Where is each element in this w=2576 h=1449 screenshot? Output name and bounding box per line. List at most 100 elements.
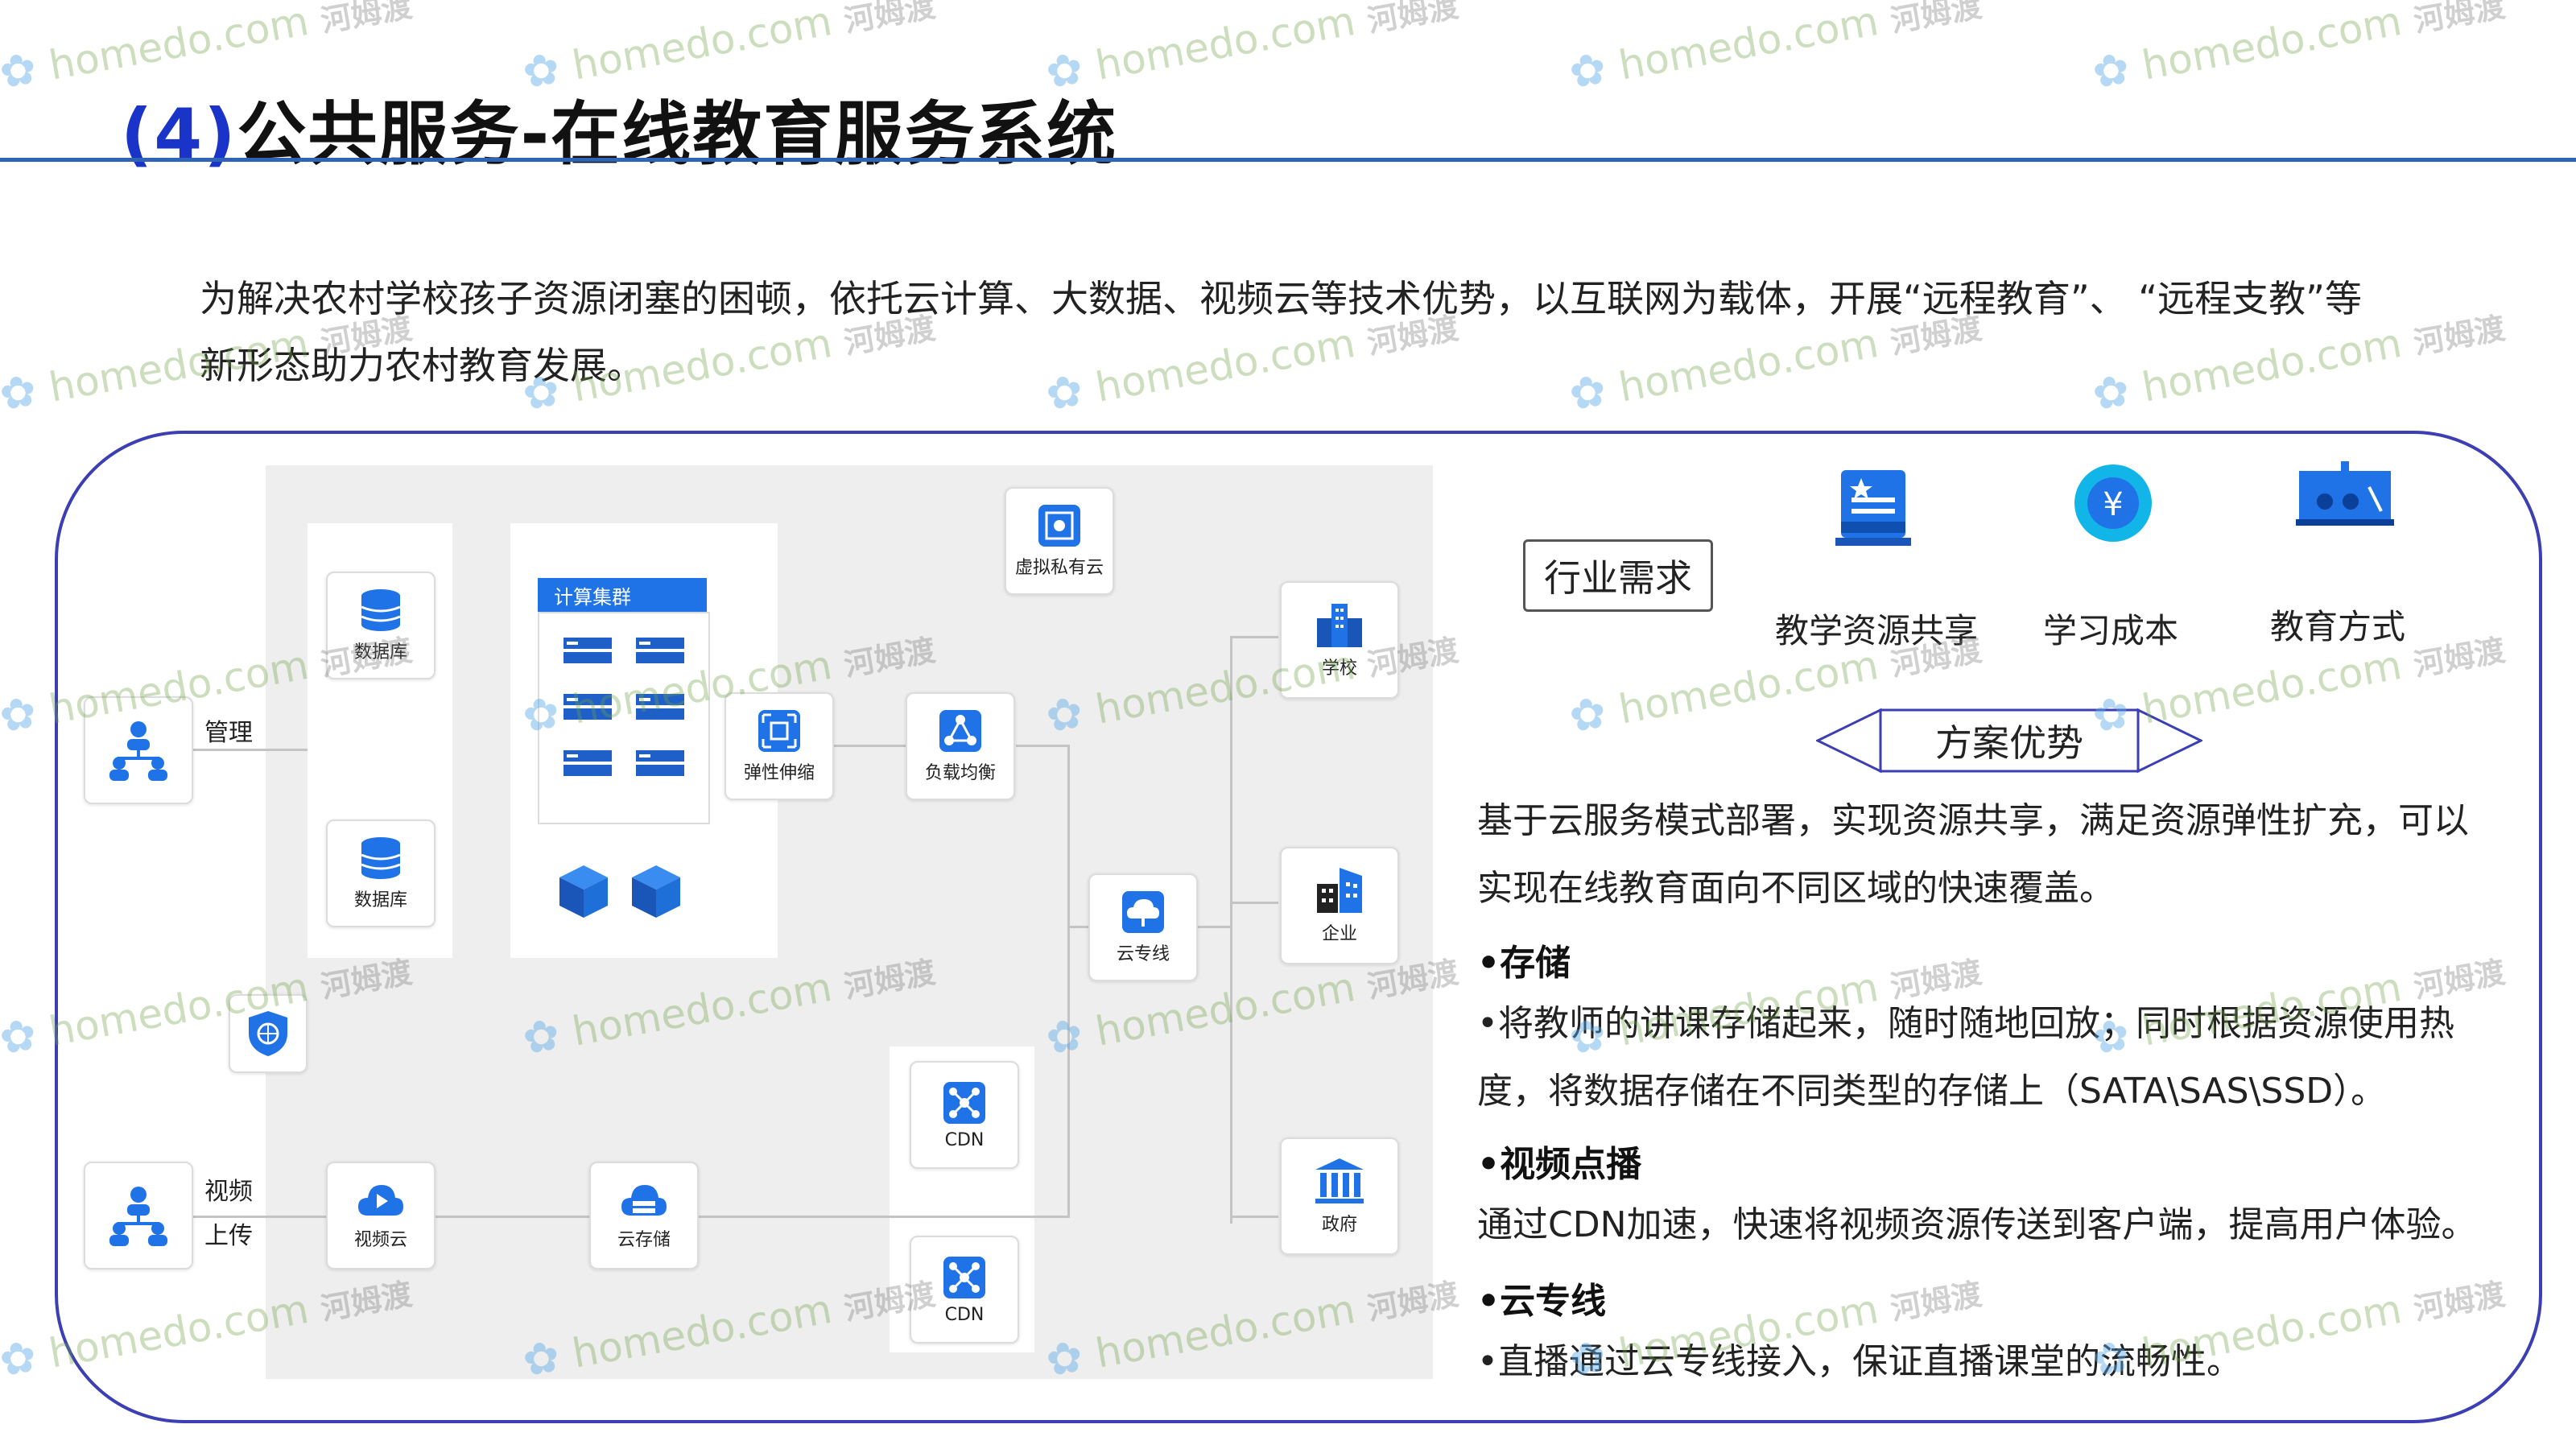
database-icon xyxy=(361,837,401,879)
load-balancer-node: 负载均衡 xyxy=(906,692,1015,800)
vpc-icon xyxy=(1038,505,1080,547)
flower-icon: ✿ xyxy=(1042,361,1100,421)
classroom-icon xyxy=(2296,461,2394,526)
advantages-banner: 方案优势 xyxy=(1913,710,2106,771)
cdn-network-icon xyxy=(943,1081,985,1124)
flower-icon: ✿ xyxy=(2088,683,2147,743)
connector xyxy=(1230,636,1232,1224)
flower-icon: ✿ xyxy=(1042,1327,1100,1387)
industry-needs-banner: 行业需求 xyxy=(1523,539,1713,612)
manage-label: 管理 xyxy=(204,719,253,747)
government-building-icon xyxy=(1315,1158,1364,1203)
connector xyxy=(435,1216,589,1218)
flower-icon: ✿ xyxy=(1565,361,1624,421)
storage-heading: •存储 xyxy=(1477,943,1571,984)
watermark-site: homedo.com xyxy=(45,0,325,89)
connector xyxy=(190,749,308,751)
dedicated-line-label: 云专线 xyxy=(1116,944,1170,964)
government-node: 政府 xyxy=(1280,1137,1399,1255)
watermark-cn: 河姆渡 xyxy=(1364,0,1462,39)
connector xyxy=(1067,926,1088,928)
dedicated-line-node: 云专线 xyxy=(1088,873,1198,981)
watermark: ✿ homedo.com 河姆渡 xyxy=(1042,0,1462,99)
connector xyxy=(1067,745,1070,1218)
summary-text: 基于云服务模式部署，实现资源共享，满足资源弹性扩充，可以实现在线教育面向不同区域… xyxy=(1477,800,2469,909)
cluster-label: 计算集群 xyxy=(554,585,631,609)
vod-body: 通过CDN加速，快速将视频资源传送到客户端，提高用户体验。 xyxy=(1477,1204,2477,1245)
office-building-icon xyxy=(1317,868,1362,913)
flower-icon: ✿ xyxy=(1042,39,1100,99)
connector xyxy=(1230,636,1278,638)
cdn-network-icon xyxy=(943,1256,985,1298)
watermark-cn: 河姆渡 xyxy=(318,0,415,39)
advantages-label: 方案优势 xyxy=(1935,721,2083,765)
database-node-2: 数据库 xyxy=(326,819,436,927)
watermark-cn: 河姆渡 xyxy=(2411,310,2508,361)
upload-users-node xyxy=(84,1162,193,1269)
upload-label-video: 视频 xyxy=(204,1178,253,1206)
video-cloud-node: 视频云 xyxy=(326,1162,436,1269)
flower-icon: ✿ xyxy=(1565,39,1624,99)
database-label-2: 数据库 xyxy=(353,890,407,910)
scaling-arrows-icon xyxy=(758,710,800,752)
flower-icon: ✿ xyxy=(2088,361,2147,421)
cloud-storage-label: 云存储 xyxy=(617,1230,671,1250)
flower-icon: ✿ xyxy=(518,361,577,421)
flower-icon: ✿ xyxy=(1565,1327,1624,1387)
vpc-node: 虚拟私有云 xyxy=(1005,487,1114,595)
svg-text:¥: ¥ xyxy=(2103,486,2123,523)
watermark-site: homedo.com xyxy=(2138,0,2418,89)
upload-label-upload: 上传 xyxy=(204,1222,253,1250)
watermark-cn: 河姆渡 xyxy=(841,0,939,39)
elastic-scaling-node: 弹性伸缩 xyxy=(724,692,834,800)
cloud-storage-icon xyxy=(621,1185,667,1216)
watermark-site: homedo.com xyxy=(568,0,848,89)
cdn-node-1: CDN xyxy=(910,1061,1019,1169)
load-balancer-icon xyxy=(939,710,981,752)
enterprise-label: 企业 xyxy=(1321,924,1357,944)
title-text: 公共服务-在线教育服务系统 xyxy=(237,94,1118,175)
title-number: (4) xyxy=(121,94,237,175)
connector xyxy=(1230,902,1278,904)
cdn-label-1: CDN xyxy=(944,1129,985,1150)
cloud-line-icon xyxy=(1122,891,1164,933)
enterprise-node: 企业 xyxy=(1280,847,1399,964)
flower-icon: ✿ xyxy=(1565,683,1624,743)
connector xyxy=(1230,1216,1278,1218)
need-label-learning-cost: 学习成本 xyxy=(2043,611,2179,650)
video-cloud-label: 视频云 xyxy=(353,1230,407,1250)
cdn-label-2: CDN xyxy=(944,1304,985,1325)
flower-icon: ✿ xyxy=(518,683,577,743)
connector xyxy=(699,1216,1069,1218)
video-cloud-icon xyxy=(358,1185,403,1216)
vod-heading: •视频点播 xyxy=(1477,1144,1642,1185)
flower-icon: ✿ xyxy=(518,39,577,99)
connector xyxy=(829,745,906,747)
users-icon xyxy=(109,1187,167,1246)
yuan-coin-icon: ¥ xyxy=(2074,464,2152,542)
connector xyxy=(1198,926,1232,928)
flower-icon: ✿ xyxy=(1042,1005,1100,1065)
connector xyxy=(1016,745,1068,747)
flower-icon: ✿ xyxy=(2088,1327,2147,1387)
flower-icon: ✿ xyxy=(2088,39,2147,99)
page-title: (4)公共服务-在线教育服务系统 xyxy=(121,77,1117,178)
flower-icon: ✿ xyxy=(1565,1005,1624,1065)
flower-icon: ✿ xyxy=(518,1005,577,1065)
flower-icon: ✿ xyxy=(2088,1005,2147,1065)
cluster-header: 计算集群 xyxy=(538,578,707,612)
government-label: 政府 xyxy=(1321,1215,1357,1235)
watermark-site: homedo.com xyxy=(1615,0,1895,89)
watermark-site: homedo.com xyxy=(1092,0,1372,89)
load-balancer-label: 负载均衡 xyxy=(924,763,996,783)
flower-icon: ✿ xyxy=(1042,683,1100,743)
elastic-scaling-label: 弹性伸缩 xyxy=(743,763,815,783)
dedicated-line-heading: •云专线 xyxy=(1477,1281,1607,1322)
users-icon xyxy=(109,721,167,781)
watermark: ✿ homedo.com 河姆渡 xyxy=(1566,0,1985,99)
book-icon xyxy=(1835,470,1911,546)
cloud-storage-node: 云存储 xyxy=(589,1162,699,1269)
title-underline xyxy=(0,158,2576,162)
industry-needs-label: 行业需求 xyxy=(1544,556,1692,600)
vpc-label: 虚拟私有云 xyxy=(1014,558,1104,578)
